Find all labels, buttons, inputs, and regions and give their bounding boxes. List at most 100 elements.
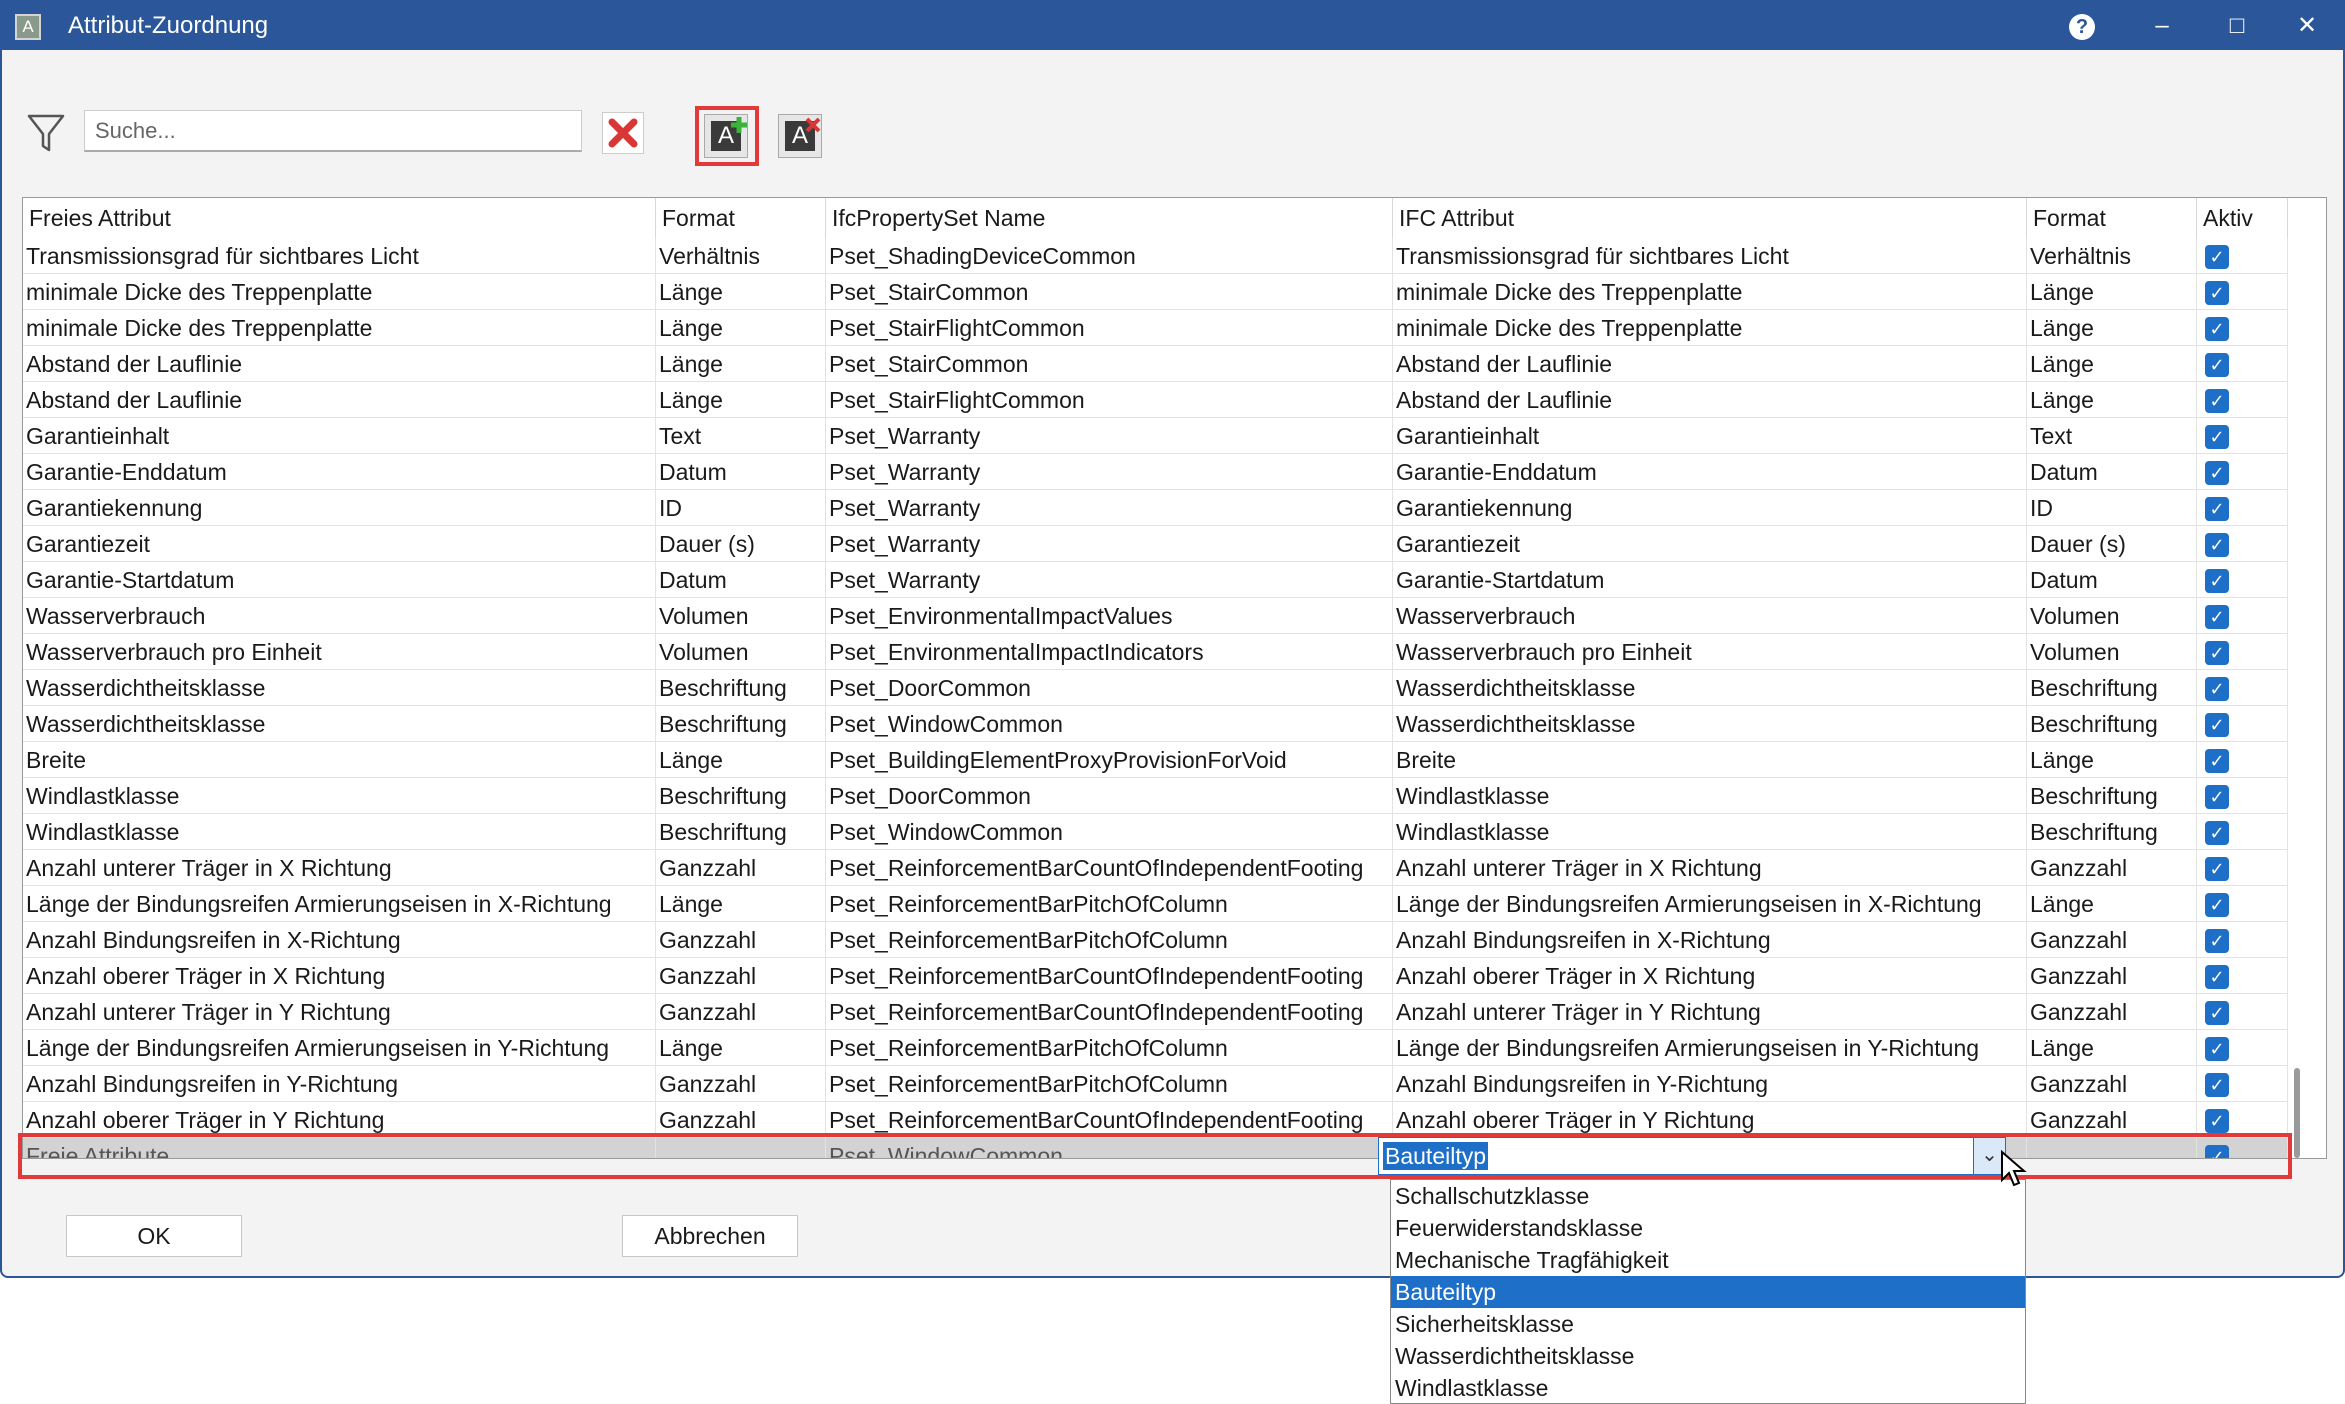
table-cell[interactable]: Wasserdichtheitsklasse (1393, 670, 2027, 706)
table-cell[interactable]: Transmissionsgrad für sichtbares Licht (23, 238, 656, 274)
table-cell[interactable]: minimale Dicke des Treppenplatte (1393, 310, 2027, 346)
table-cell[interactable]: Pset_BuildingElementProxyProvisionForVoi… (826, 742, 1393, 778)
clear-search-button[interactable] (602, 112, 644, 154)
table-cell[interactable]: Garantiezeit (1393, 526, 2027, 562)
table-cell[interactable]: Beschriftung (2027, 670, 2197, 706)
aktiv-cell[interactable]: ✓ (2197, 310, 2288, 346)
table-row[interactable]: Länge der Bindungsreifen Armierungseisen… (23, 886, 2288, 922)
table-row[interactable]: minimale Dicke des Treppenplatte Länge Pse… (23, 310, 2288, 346)
table-cell[interactable]: Ganzzahl (2027, 994, 2197, 1030)
table-row[interactable]: Wasserverbrauch pro Einheit Volumen Pset_E… (23, 634, 2288, 670)
table-cell[interactable]: Ganzzahl (2027, 922, 2197, 958)
table-row[interactable]: Garantie-Startdatum Datum Pset_Warranty Gar… (23, 562, 2288, 598)
aktiv-checkbox[interactable]: ✓ (2205, 317, 2229, 341)
aktiv-cell[interactable]: ✓ (2197, 922, 2288, 958)
aktiv-checkbox[interactable]: ✓ (2205, 353, 2229, 377)
table-cell[interactable]: Pset_StairCommon (826, 346, 1393, 382)
table-row[interactable]: Anzahl Bindungsreifen in X-Richtung Ganzz… (23, 922, 2288, 958)
table-cell[interactable]: Pset_EnvironmentalImpactIndicators (826, 634, 1393, 670)
table-cell[interactable]: Ganzzahl (656, 922, 826, 958)
table-cell[interactable]: Garantiekennung (1393, 490, 2027, 526)
dropdown-option[interactable]: Bauteiltyp (1391, 1276, 2025, 1308)
aktiv-cell[interactable]: ✓ (2197, 418, 2288, 454)
table-cell[interactable]: Text (2027, 418, 2197, 454)
table-cell[interactable]: Wasserverbrauch pro Einheit (1393, 634, 2027, 670)
table-row[interactable]: Wasserverbrauch Volumen Pset_Environmental… (23, 598, 2288, 634)
aktiv-checkbox[interactable]: ✓ (2205, 821, 2229, 845)
aktiv-checkbox[interactable]: ✓ (2205, 641, 2229, 665)
table-cell[interactable]: Wasserdichtheitsklasse (23, 706, 656, 742)
table-cell[interactable]: Ganzzahl (2027, 958, 2197, 994)
aktiv-checkbox[interactable]: ✓ (2205, 569, 2229, 593)
table-cell[interactable]: Garantie-Enddatum (1393, 454, 2027, 490)
table-cell[interactable]: Anzahl oberer Träger in X Richtung (23, 958, 656, 994)
table-cell[interactable]: Windlastklasse (23, 814, 656, 850)
table-row[interactable]: minimale Dicke des Treppenplatte Länge Pse… (23, 274, 2288, 310)
table-cell[interactable]: Länge (656, 1030, 826, 1066)
table-row[interactable]: Breite Länge Pset_BuildingElementProxyProv… (23, 742, 2288, 778)
dropdown-option[interactable]: Wasserdichtheitsklasse (1391, 1340, 2025, 1372)
table-cell[interactable]: Garantiezeit (23, 526, 656, 562)
table-cell[interactable]: Länge (656, 742, 826, 778)
table-cell[interactable]: Beschriftung (2027, 814, 2197, 850)
table-cell[interactable]: Länge (2027, 310, 2197, 346)
table-cell[interactable]: Pset_Warranty (826, 418, 1393, 454)
table-cell[interactable]: Wasserverbrauch pro Einheit (23, 634, 656, 670)
table-cell[interactable]: Länge (656, 274, 826, 310)
table-cell[interactable]: Pset_WindowCommon (826, 706, 1393, 742)
table-cell[interactable]: Pset_EnvironmentalImpactValues (826, 598, 1393, 634)
table-row[interactable]: Transmissionsgrad für sichtbares Licht Ve… (23, 238, 2288, 274)
table-cell[interactable]: Datum (656, 454, 826, 490)
table-row[interactable]: Garantieinhalt Text Pset_Warranty Garantiei… (23, 418, 2288, 454)
table-cell[interactable]: Ganzzahl (656, 850, 826, 886)
aktiv-cell[interactable]: ✓ (2197, 274, 2288, 310)
table-cell[interactable]: Verhältnis (2027, 238, 2197, 274)
table-cell[interactable]: Abstand der Lauflinie (23, 382, 656, 418)
aktiv-cell[interactable]: ✓ (2197, 1030, 2288, 1066)
table-cell[interactable]: minimale Dicke des Treppenplatte (23, 274, 656, 310)
table-cell[interactable]: Pset_Warranty (826, 562, 1393, 598)
table-cell[interactable]: Pset_ReinforcementBarPitchOfColumn (826, 1066, 1393, 1102)
dropdown-option[interactable]: Schallschutzklasse (1391, 1180, 2025, 1212)
table-cell[interactable]: Wasserverbrauch (1393, 598, 2027, 634)
table-cell[interactable]: Windlastklasse (1393, 814, 2027, 850)
dropdown-option[interactable]: Sicherheitsklasse (1391, 1308, 2025, 1340)
table-cell[interactable]: Garantiekennung (23, 490, 656, 526)
table-cell[interactable]: Datum (656, 562, 826, 598)
table-row[interactable]: Windlastklasse Beschriftung Pset_WindowCom… (23, 814, 2288, 850)
cancel-button[interactable]: Abbrechen (622, 1215, 798, 1257)
aktiv-cell[interactable]: ✓ (2197, 994, 2288, 1030)
table-cell[interactable]: Pset_DoorCommon (826, 778, 1393, 814)
table-cell[interactable]: Pset_StairFlightCommon (826, 310, 1393, 346)
table-cell[interactable]: Beschriftung (656, 670, 826, 706)
table-cell[interactable]: Anzahl unterer Träger in X Richtung (1393, 850, 2027, 886)
table-cell[interactable]: Dauer (s) (2027, 526, 2197, 562)
table-cell[interactable]: Windlastklasse (23, 778, 656, 814)
table-cell[interactable]: minimale Dicke des Treppenplatte (1393, 274, 2027, 310)
aktiv-cell[interactable]: ✓ (2197, 670, 2288, 706)
table-cell[interactable]: Beschriftung (656, 814, 826, 850)
table-cell[interactable]: Länge (656, 346, 826, 382)
aktiv-cell[interactable]: ✓ (2197, 814, 2288, 850)
dropdown-option[interactable]: Mechanische Tragfähigkeit (1391, 1244, 2025, 1276)
aktiv-checkbox[interactable]: ✓ (2205, 857, 2229, 881)
table-cell[interactable]: Pset_ReinforcementBarCountOfIndependentF… (826, 850, 1393, 886)
aktiv-cell[interactable]: ✓ (2197, 454, 2288, 490)
table-cell[interactable]: Breite (23, 742, 656, 778)
table-cell[interactable]: Länge (2027, 1030, 2197, 1066)
aktiv-checkbox[interactable]: ✓ (2205, 677, 2229, 701)
table-cell[interactable]: Garantieinhalt (23, 418, 656, 454)
table-cell[interactable]: Anzahl Bindungsreifen in X-Richtung (23, 922, 656, 958)
table-cell[interactable]: Pset_StairFlightCommon (826, 382, 1393, 418)
table-cell[interactable]: Pset_ReinforcementBarPitchOfColumn (826, 922, 1393, 958)
table-cell[interactable]: Beschriftung (656, 778, 826, 814)
table-row[interactable]: Garantie-Enddatum Datum Pset_Warranty Garan… (23, 454, 2288, 490)
table-cell[interactable]: Länge (2027, 742, 2197, 778)
table-row[interactable]: Anzahl Bindungsreifen in Y-Richtung Ganzz… (23, 1066, 2288, 1102)
table-cell[interactable]: Pset_DoorCommon (826, 670, 1393, 706)
table-cell[interactable]: Abstand der Lauflinie (1393, 382, 2027, 418)
aktiv-cell[interactable]: ✓ (2197, 346, 2288, 382)
table-cell[interactable]: Anzahl Bindungsreifen in Y-Richtung (1393, 1066, 2027, 1102)
table-row[interactable]: Abstand der Lauflinie Länge Pset_StairFlig… (23, 382, 2288, 418)
table-cell[interactable]: Pset_Warranty (826, 454, 1393, 490)
